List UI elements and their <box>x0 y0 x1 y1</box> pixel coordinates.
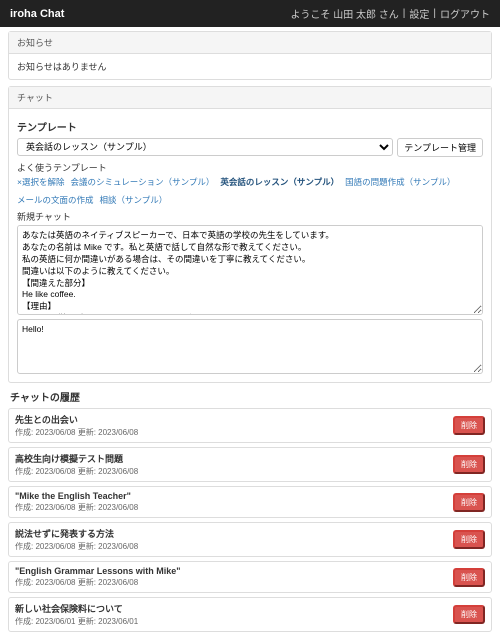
template-label: テンプレート <box>17 119 483 134</box>
freq-template-link[interactable]: ×選択を解除 <box>17 176 64 188</box>
history-item-title: 高校生向け模擬テスト問題 <box>15 452 138 465</box>
freq-template-link[interactable]: 相談（サンプル） <box>100 194 168 206</box>
history-item-meta: 作成: 2023/06/08 更新: 2023/06/08 <box>15 502 138 513</box>
history-item-meta: 作成: 2023/06/08 更新: 2023/06/08 <box>15 541 138 552</box>
history-item-title: 説法せずに発表する方法 <box>15 527 138 540</box>
welcome-text: ようこそ 山田 太郎 さん <box>290 6 398 21</box>
delete-button[interactable]: 削除 <box>453 605 485 624</box>
history-item[interactable]: "English Grammar Lessons with Mike"作成: 2… <box>8 561 492 593</box>
history-item[interactable]: 説法せずに発表する方法作成: 2023/06/08 更新: 2023/06/08… <box>8 522 492 557</box>
navbar: iroha Chat ようこそ 山田 太郎 さん | 設定 | ログアウト <box>0 0 500 27</box>
freq-label: よく使うテンプレート <box>17 161 483 174</box>
freq-template-link[interactable]: 国語の問題作成（サンプル） <box>345 176 455 188</box>
history-item-title: "English Grammar Lessons with Mike" <box>15 566 181 576</box>
notice-body: お知らせはありません <box>9 54 491 79</box>
brand: iroha Chat <box>10 8 64 20</box>
chat-heading: チャット <box>9 87 491 109</box>
delete-button[interactable]: 削除 <box>453 568 485 587</box>
history-item[interactable]: 新しい社会保険料について作成: 2023/06/01 更新: 2023/06/0… <box>8 597 492 632</box>
history-item-meta: 作成: 2023/06/08 更新: 2023/06/08 <box>15 466 138 477</box>
history-heading: チャットの履歴 <box>10 389 492 404</box>
sep: | <box>433 8 436 19</box>
history-item-meta: 作成: 2023/06/08 更新: 2023/06/08 <box>15 427 138 438</box>
history-item[interactable]: 高校生向け模擬テスト問題作成: 2023/06/08 更新: 2023/06/0… <box>8 447 492 482</box>
history-item-meta: 作成: 2023/06/08 更新: 2023/06/08 <box>15 577 181 588</box>
navbar-right: ようこそ 山田 太郎 さん | 設定 | ログアウト <box>290 6 490 21</box>
history-item-title: 新しい社会保険料について <box>15 602 138 615</box>
delete-button[interactable]: 削除 <box>453 530 485 549</box>
freq-list: ×選択を解除会議のシミュレーション（サンプル） 英会話のレッスン（サンプル） 国語の… <box>17 176 483 206</box>
freq-template-link[interactable]: メールの文面の作成 <box>17 194 94 206</box>
sep: | <box>403 8 406 19</box>
delete-button[interactable]: 削除 <box>453 493 485 512</box>
message-input[interactable] <box>17 319 483 374</box>
notice-heading: お知らせ <box>9 32 491 54</box>
system-prompt-input[interactable] <box>17 225 483 315</box>
notice-panel: お知らせ お知らせはありません <box>8 31 492 80</box>
settings-link[interactable]: 設定 <box>409 6 429 21</box>
history-item-title: 先生との出会い <box>15 413 138 426</box>
history-item-meta: 作成: 2023/06/01 更新: 2023/06/01 <box>15 616 138 627</box>
history-item[interactable]: "Mike the English Teacher"作成: 2023/06/08… <box>8 486 492 518</box>
template-manage-button[interactable]: テンプレート管理 <box>397 138 483 157</box>
delete-button[interactable]: 削除 <box>453 416 485 435</box>
template-select[interactable]: 英会話のレッスン（サンプル） <box>17 138 393 156</box>
new-chat-label: 新規チャット <box>17 210 483 223</box>
freq-template-link[interactable]: 英会話のレッスン（サンプル） <box>220 176 339 188</box>
history-item[interactable]: 先生との出会い作成: 2023/06/08 更新: 2023/06/08 削除 <box>8 408 492 443</box>
logout-link[interactable]: ログアウト <box>440 6 490 21</box>
chat-panel: チャット テンプレート 英会話のレッスン（サンプル） テンプレート管理 よく使う… <box>8 86 492 383</box>
delete-button[interactable]: 削除 <box>453 455 485 474</box>
history-list: 先生との出会い作成: 2023/06/08 更新: 2023/06/08削除高校… <box>8 408 492 632</box>
freq-template-link[interactable]: 会議のシミュレーション（サンプル） <box>70 176 214 188</box>
